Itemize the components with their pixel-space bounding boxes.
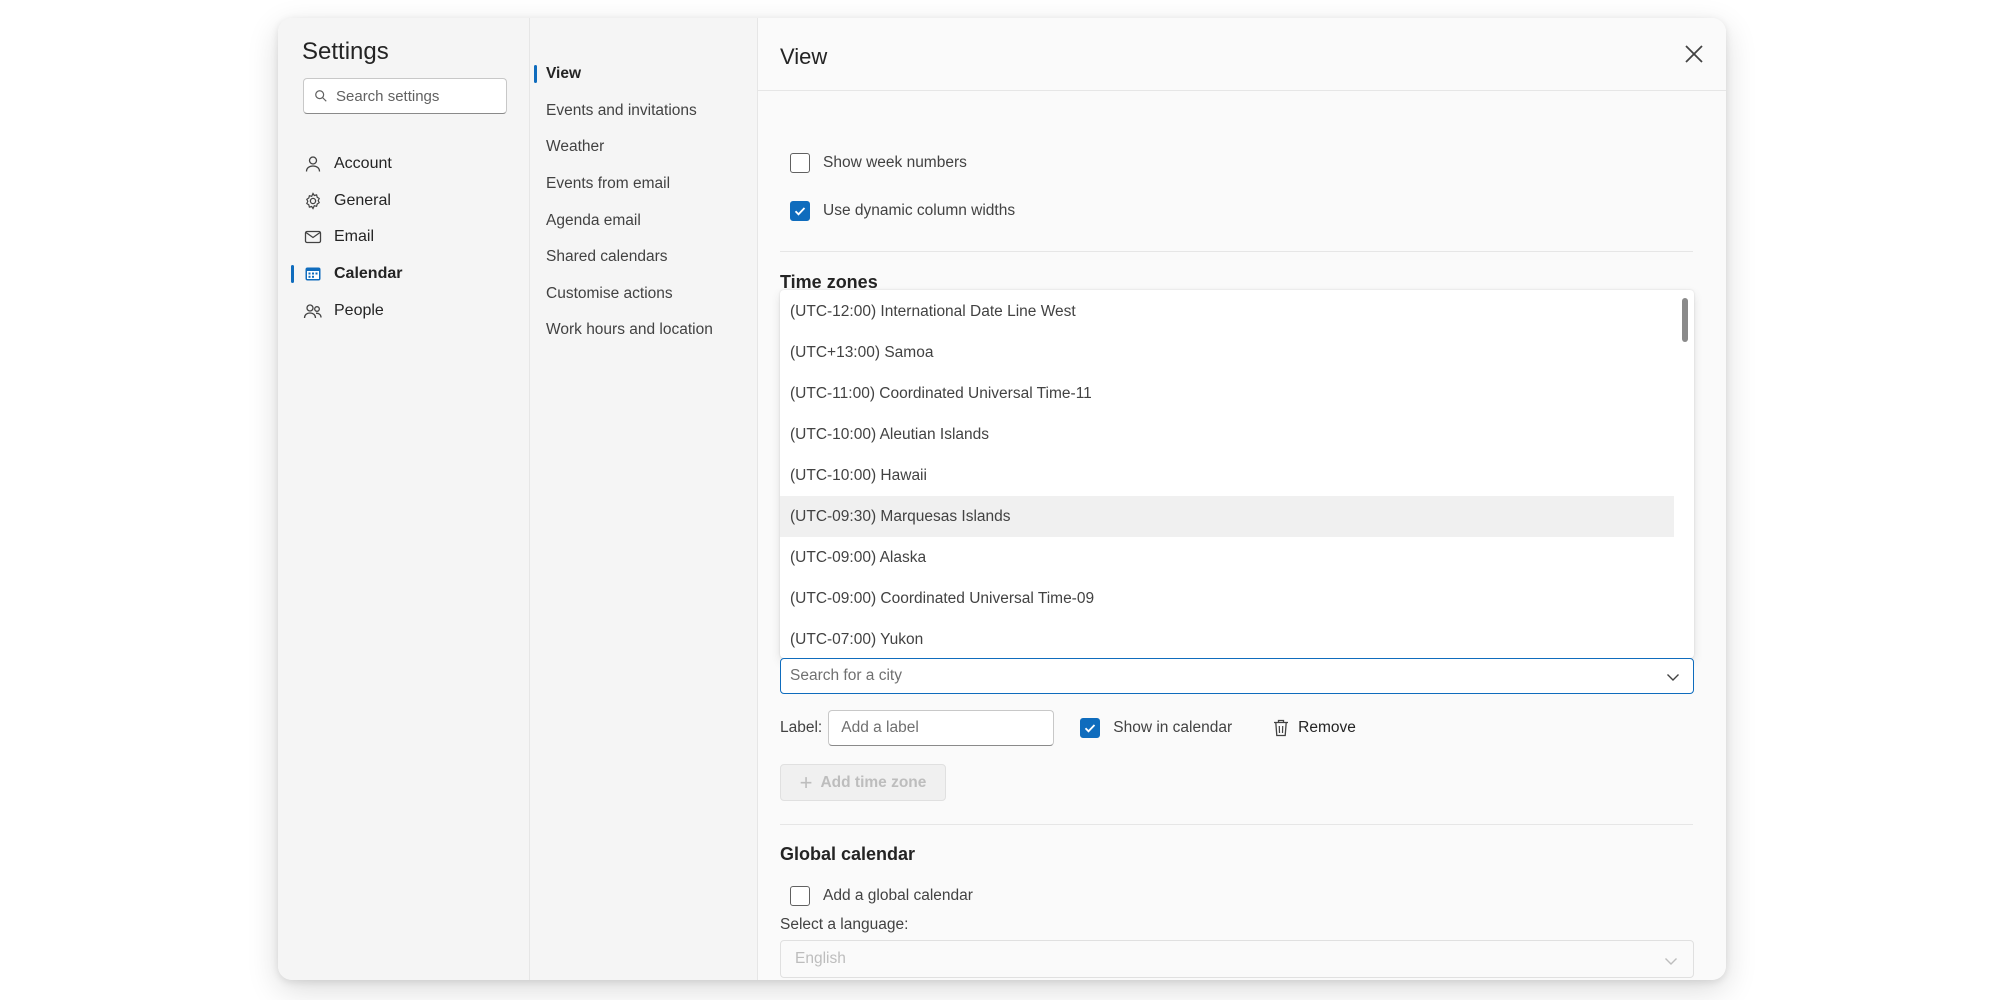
category-calendar-label: Calendar: [334, 265, 403, 283]
tz-option[interactable]: (UTC-10:00) Hawaii: [780, 455, 1694, 496]
add-global-calendar-label: Add a global calendar: [823, 887, 973, 904]
tz-option-hovered[interactable]: (UTC-09:30) Marquesas Islands: [780, 496, 1674, 537]
city-search-combobox[interactable]: Search for a city: [780, 658, 1694, 694]
panel-title: View: [780, 44, 828, 69]
show-in-calendar-label: Show in calendar: [1113, 719, 1233, 736]
subnav-item-events-and-invitations[interactable]: Events and invitations: [530, 93, 758, 130]
chevron-down-icon[interactable]: [1665, 669, 1681, 685]
tz-option[interactable]: (UTC-12:00) International Date Line West: [780, 291, 1694, 332]
search-settings-placeholder: Search settings: [336, 87, 440, 105]
mail-icon: [303, 227, 323, 247]
category-people-label: People: [334, 301, 384, 319]
dynamic-column-widths-row[interactable]: Use dynamic column widths: [790, 201, 1015, 221]
category-email-label: Email: [334, 228, 375, 246]
people-icon: [303, 301, 323, 321]
show-in-calendar-row[interactable]: Show in calendar: [1080, 718, 1232, 738]
subnav-list: View Events and invitations Weather Even…: [530, 56, 758, 349]
subnav-item-weather[interactable]: Weather: [530, 129, 758, 166]
time-zone-options-list[interactable]: (UTC-12:00) International Date Line West…: [780, 290, 1694, 658]
settings-dialog: Settings Search settings Account General: [278, 18, 1726, 980]
dynamic-column-widths-checkbox[interactable]: [790, 201, 810, 221]
category-people[interactable]: People: [278, 292, 530, 329]
tz-option[interactable]: (UTC-10:00) Aleutian Islands: [780, 414, 1694, 455]
add-time-zone-label: Add time zone: [820, 773, 927, 791]
category-account[interactable]: Account: [278, 146, 530, 183]
category-general-label: General: [334, 191, 391, 209]
calendar-subnav: View Events and invitations Weather Even…: [530, 18, 758, 980]
chevron-down-icon: [1665, 958, 1677, 965]
settings-sidebar: Settings Search settings Account General: [278, 18, 530, 980]
tz-option[interactable]: (UTC-09:00) Alaska: [780, 537, 1694, 578]
calendar-icon: [303, 264, 323, 284]
gear-icon: [303, 191, 323, 211]
view-settings-panel: View Show week numbers Use dynamic colum…: [758, 18, 1726, 980]
subnav-item-view[interactable]: View: [530, 56, 758, 93]
checkmark-icon: [794, 207, 806, 216]
category-list: Account General Email Calendar People: [278, 146, 530, 329]
label-input[interactable]: Add a label: [828, 710, 1055, 746]
time-zone-label-row: Label: Add a label Show in calendar Remo…: [780, 710, 1356, 746]
category-account-label: Account: [334, 155, 392, 173]
trash-icon: [1274, 719, 1289, 737]
tz-option[interactable]: (UTC+13:00) Samoa: [780, 332, 1694, 373]
category-general[interactable]: General: [278, 183, 530, 220]
subnav-item-events-from-email[interactable]: Events from email: [530, 166, 758, 203]
remove-label: Remove: [1298, 719, 1356, 736]
select-language-label: Select a language:: [780, 916, 909, 933]
city-search-placeholder: Search for a city: [790, 667, 902, 684]
show-in-calendar-checkbox[interactable]: [1080, 718, 1101, 738]
add-time-zone-button[interactable]: + Add time zone: [780, 764, 946, 801]
language-value: English: [795, 950, 846, 967]
add-global-calendar-checkbox[interactable]: [790, 886, 810, 906]
checkmark-icon: [1085, 724, 1096, 733]
language-select[interactable]: English: [780, 940, 1694, 978]
subnav-item-shared-calendars[interactable]: Shared calendars: [530, 239, 758, 276]
category-email[interactable]: Email: [278, 219, 530, 256]
list-scrollbar-thumb[interactable]: [1682, 298, 1688, 342]
section-divider: [780, 824, 1693, 825]
settings-title: Settings: [302, 38, 389, 65]
show-week-numbers-row[interactable]: Show week numbers: [790, 153, 967, 173]
search-settings-input[interactable]: Search settings: [303, 78, 507, 114]
label-caption: Label:: [780, 719, 823, 736]
person-icon: [303, 154, 323, 174]
search-icon: [315, 90, 327, 102]
add-global-calendar-row[interactable]: Add a global calendar: [790, 886, 973, 906]
section-divider: [780, 251, 1693, 252]
global-calendar-heading: Global calendar: [780, 844, 916, 864]
show-week-numbers-label: Show week numbers: [823, 154, 967, 171]
show-week-numbers-checkbox[interactable]: [790, 153, 810, 173]
subnav-item-work-hours-and-location[interactable]: Work hours and location: [530, 312, 758, 349]
subnav-item-customise-actions[interactable]: Customise actions: [530, 276, 758, 313]
label-input-placeholder: Add a label: [841, 719, 919, 736]
close-icon: [1685, 45, 1703, 63]
header-divider: [758, 90, 1726, 91]
plus-icon: +: [799, 769, 813, 795]
remove-button[interactable]: Remove: [1272, 718, 1356, 738]
dynamic-column-widths-label: Use dynamic column widths: [823, 202, 1016, 219]
category-calendar[interactable]: Calendar: [278, 256, 530, 293]
subnav-item-agenda-email[interactable]: Agenda email: [530, 202, 758, 239]
close-button[interactable]: [1680, 40, 1708, 68]
tz-option[interactable]: (UTC-07:00) Yukon: [780, 619, 1694, 658]
tz-option[interactable]: (UTC-11:00) Coordinated Universal Time-1…: [780, 373, 1694, 414]
tz-option[interactable]: (UTC-09:00) Coordinated Universal Time-0…: [780, 578, 1694, 619]
